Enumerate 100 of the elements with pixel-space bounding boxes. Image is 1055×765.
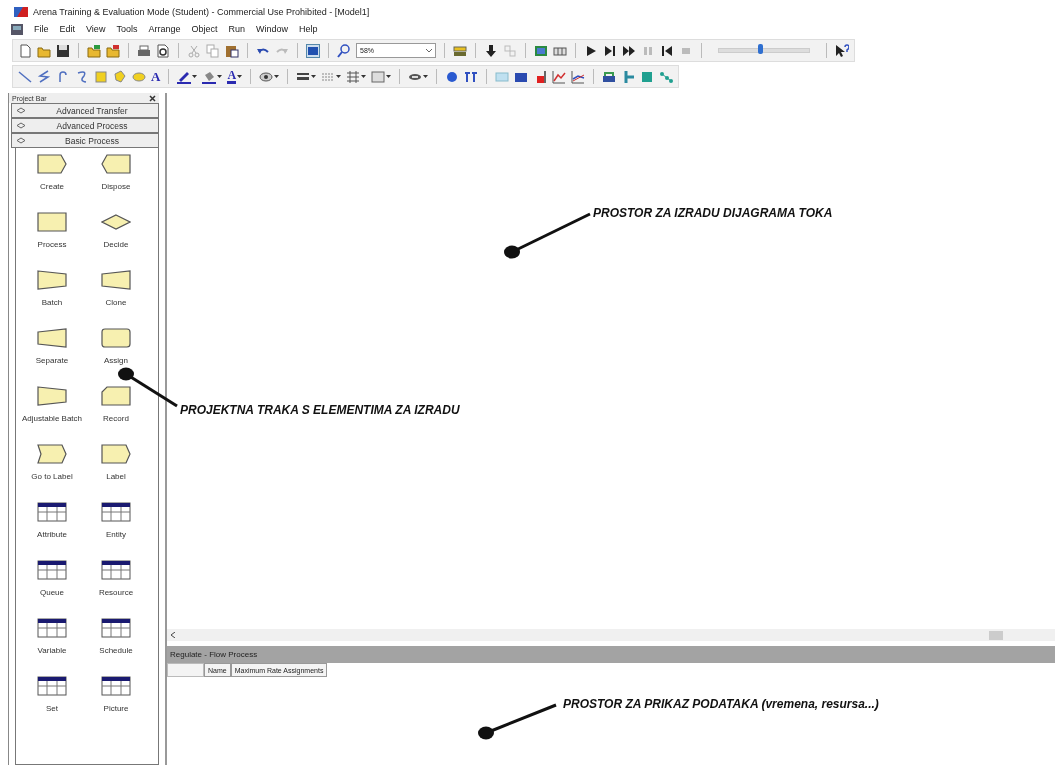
caret-icon[interactable] xyxy=(274,75,280,78)
module-button[interactable]: Set xyxy=(20,676,84,734)
layers-icon[interactable] xyxy=(453,43,467,58)
module-button[interactable]: Schedule xyxy=(84,618,148,676)
caret-icon[interactable] xyxy=(217,75,223,78)
module-shape-icon xyxy=(101,386,131,406)
panel-header[interactable]: Advanced Process xyxy=(11,118,159,133)
close-icon[interactable] xyxy=(149,94,156,102)
zoom-icon[interactable] xyxy=(337,43,351,58)
module-button[interactable]: Separate xyxy=(20,328,84,386)
menu-item[interactable]: Help xyxy=(299,24,318,34)
module-shape-icon xyxy=(37,212,67,232)
app-menu-icon[interactable] xyxy=(11,23,23,35)
pen-icon[interactable] xyxy=(177,69,192,84)
caret-icon[interactable] xyxy=(237,75,243,78)
data-view-title: Regulate - Flow Process xyxy=(167,646,1055,663)
menu-item[interactable]: Window xyxy=(255,24,288,34)
line-icon[interactable] xyxy=(18,69,32,84)
plot-icon[interactable] xyxy=(552,69,567,84)
fast-forward-icon[interactable] xyxy=(622,43,636,58)
horizontal-scrollbar[interactable] xyxy=(167,629,1055,641)
module-button[interactable]: Record xyxy=(84,386,148,444)
table-icon xyxy=(37,560,67,580)
app-logo-icon xyxy=(14,6,28,18)
module-button[interactable]: Label xyxy=(84,444,148,502)
caret-icon[interactable] xyxy=(336,75,342,78)
caret-icon xyxy=(426,48,432,53)
module-button[interactable]: Adjustable Batch xyxy=(20,386,84,444)
annotation-text: PROJEKTNA TRAKA S ELEMENTIMA ZA IZRADU xyxy=(180,403,460,417)
annotation-text: PROSTOR ZA IZRADU DIJAGRAMA TOKA xyxy=(593,206,833,220)
picture-frame-icon[interactable] xyxy=(534,43,548,58)
arc-icon[interactable] xyxy=(56,69,70,84)
slider-thumb[interactable] xyxy=(757,44,763,54)
menu-item[interactable]: Arrange xyxy=(148,24,181,34)
module-shape-icon xyxy=(101,154,131,174)
table-icon xyxy=(37,502,67,522)
clipboard-icon[interactable] xyxy=(225,43,239,58)
menu-item[interactable]: View xyxy=(86,24,106,34)
module-button[interactable]: Variable xyxy=(20,618,84,676)
module-button[interactable]: Clone xyxy=(84,270,148,328)
caret-icon[interactable] xyxy=(361,75,367,78)
step-icon[interactable] xyxy=(603,43,617,58)
module-shape-icon xyxy=(37,444,67,464)
down-arrow-icon[interactable] xyxy=(484,43,498,58)
arrow-style-icon[interactable] xyxy=(346,69,361,84)
printer-icon[interactable] xyxy=(137,43,151,58)
variable-icon[interactable] xyxy=(464,69,479,84)
module-button[interactable]: Dispose xyxy=(84,154,148,212)
help-pointer-icon[interactable] xyxy=(835,43,849,58)
module-button[interactable]: Picture xyxy=(84,676,148,734)
module-button[interactable]: Go to Label xyxy=(20,444,84,502)
menu-item[interactable]: Run xyxy=(228,24,245,34)
module-button[interactable]: Assign xyxy=(84,328,148,386)
module-shape-icon xyxy=(101,444,131,464)
circle-icon[interactable] xyxy=(445,69,460,84)
text-tool-button[interactable]: A xyxy=(151,69,161,84)
table-icon xyxy=(101,502,131,522)
text-color-button[interactable]: A xyxy=(227,69,237,84)
module-button[interactable]: Process xyxy=(20,212,84,270)
table-icon xyxy=(101,618,131,638)
play-icon[interactable] xyxy=(584,43,598,58)
histogram-icon[interactable] xyxy=(571,69,586,84)
caret-icon[interactable] xyxy=(192,75,198,78)
module-shape-icon xyxy=(37,270,67,290)
paint-bucket-icon[interactable] xyxy=(202,69,217,84)
menu-item[interactable]: Edit xyxy=(59,24,76,34)
module-button[interactable]: Create xyxy=(20,154,84,212)
caret-icon[interactable] xyxy=(386,75,392,78)
module-button[interactable]: Attribute xyxy=(20,502,84,560)
module-button[interactable]: Entity xyxy=(84,502,148,560)
network-icon[interactable] xyxy=(659,69,674,84)
scrollbar-thumb[interactable] xyxy=(989,630,1003,640)
table-icon xyxy=(37,618,67,638)
table-icon xyxy=(101,676,131,696)
panel-header[interactable]: Advanced Transfer xyxy=(11,103,159,118)
module-button[interactable]: Queue xyxy=(20,560,84,618)
menu-item[interactable]: Tools xyxy=(116,24,138,34)
module-button[interactable]: Batch xyxy=(20,270,84,328)
polygon-icon[interactable] xyxy=(113,69,127,84)
folder-mark-icon[interactable] xyxy=(106,43,120,58)
table-icon xyxy=(101,560,131,580)
rewind-icon[interactable] xyxy=(660,43,674,58)
panel-header[interactable]: Basic Process xyxy=(11,133,159,148)
eye-icon[interactable] xyxy=(259,69,274,84)
module-shape-icon xyxy=(37,386,67,406)
window-icon[interactable] xyxy=(306,43,320,58)
polyline-icon[interactable] xyxy=(37,69,51,84)
caret-icon[interactable] xyxy=(423,75,429,78)
curve-icon[interactable] xyxy=(75,69,89,84)
menu-item[interactable]: Object xyxy=(191,24,218,34)
menu-item[interactable]: File xyxy=(34,24,49,34)
folder-badge-icon[interactable] xyxy=(87,43,101,58)
storage-icon[interactable] xyxy=(640,69,655,84)
print-preview-icon[interactable] xyxy=(156,43,170,58)
scroll-left-icon[interactable] xyxy=(171,632,176,638)
caret-icon[interactable] xyxy=(311,75,317,78)
new-file-icon[interactable] xyxy=(18,43,32,58)
module-button[interactable]: Decide xyxy=(84,212,148,270)
station-icon[interactable] xyxy=(602,69,617,84)
module-button[interactable]: Resource xyxy=(84,560,148,618)
